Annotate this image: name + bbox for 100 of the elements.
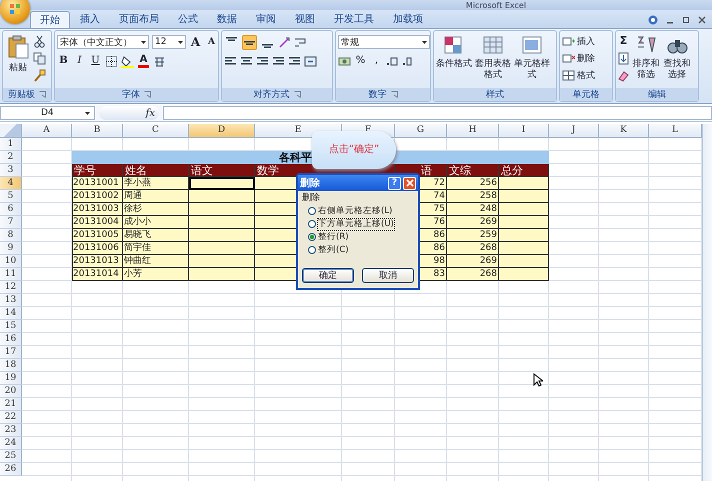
paste-button[interactable]: 粘贴 xyxy=(5,33,31,74)
eraser-icon[interactable] xyxy=(617,69,630,82)
phonetic-guide-icon[interactable] xyxy=(153,54,166,68)
ribbon-tab[interactable]: 加载项 xyxy=(384,11,432,28)
column-header[interactable]: K xyxy=(599,124,649,138)
font-name-dropdown[interactable]: 宋体（中文正文） xyxy=(57,35,149,49)
ribbon-tab[interactable]: 审阅 xyxy=(247,11,285,28)
row-header[interactable]: 14 xyxy=(0,307,22,320)
merge-cells-icon[interactable] xyxy=(304,55,317,68)
formula-field[interactable] xyxy=(163,106,712,120)
vertical-align-button[interactable] xyxy=(242,35,257,50)
ribbon-tab[interactable]: 数据 xyxy=(208,11,246,28)
row-header[interactable]: 1 xyxy=(0,138,22,151)
column-header[interactable]: I xyxy=(499,124,549,138)
ribbon-tab[interactable]: 开始 xyxy=(30,11,70,28)
currency-icon[interactable] xyxy=(338,54,351,68)
row-header[interactable]: 7 xyxy=(0,216,22,229)
ok-button[interactable]: 确定 xyxy=(302,268,354,283)
font-size-dropdown[interactable]: 12 xyxy=(152,35,186,49)
increase-decimal-icon[interactable] xyxy=(386,54,399,68)
ribbon-tab[interactable]: 公式 xyxy=(169,11,207,28)
row-header[interactable]: 20 xyxy=(0,385,22,398)
row-header[interactable]: 2 xyxy=(0,151,22,164)
bold-button[interactable]: B xyxy=(57,54,70,68)
column-header[interactable]: A xyxy=(22,124,72,138)
row-header[interactable]: 15 xyxy=(0,320,22,333)
help-icon[interactable] xyxy=(648,14,658,24)
row-header[interactable]: 21 xyxy=(0,398,22,411)
row-header[interactable]: 3 xyxy=(0,164,22,177)
radio-button[interactable] xyxy=(308,207,316,215)
cancel-button[interactable]: 取消 xyxy=(362,268,414,283)
row-header[interactable]: 25 xyxy=(0,450,22,463)
row-header[interactable]: 6 xyxy=(0,203,22,216)
number-format-dropdown[interactable]: 常规 xyxy=(338,35,430,49)
delete-cells-button[interactable]: 删除 xyxy=(562,52,595,65)
row-header[interactable]: 10 xyxy=(0,255,22,268)
shrink-font-button[interactable]: A xyxy=(205,35,218,49)
option-label[interactable]: 整列(C) xyxy=(318,244,349,256)
row-header[interactable]: 9 xyxy=(0,242,22,255)
scissors-icon[interactable] xyxy=(33,35,46,48)
row-header[interactable]: 17 xyxy=(0,346,22,359)
format-cells-button[interactable]: 格式 xyxy=(562,69,595,82)
insert-function-button[interactable]: fx xyxy=(99,106,159,120)
text-orientation-icon[interactable] xyxy=(278,36,291,49)
fill-down-icon[interactable] xyxy=(617,52,630,65)
font-color-button[interactable]: A xyxy=(137,54,150,68)
wrap-text-icon[interactable] xyxy=(294,36,307,49)
row-header[interactable]: 5 xyxy=(0,190,22,203)
restore-icon[interactable] xyxy=(682,16,690,24)
row-header[interactable]: 8 xyxy=(0,229,22,242)
conditional-format-button[interactable]: 条件格式 xyxy=(435,32,473,70)
autosum-button[interactable]: Σ xyxy=(617,34,630,48)
underline-button[interactable]: U xyxy=(89,54,102,68)
help-button[interactable]: ? xyxy=(388,176,401,190)
row-header[interactable]: 18 xyxy=(0,359,22,372)
selected-cell[interactable] xyxy=(189,177,255,190)
row-header[interactable]: 13 xyxy=(0,294,22,307)
find-select-button[interactable]: 查找和选择 xyxy=(662,32,692,81)
option-label[interactable]: 整行(R) xyxy=(318,232,349,242)
fill-bucket-icon[interactable] xyxy=(121,54,134,68)
close-icon[interactable] xyxy=(698,16,706,24)
row-header[interactable]: 26 xyxy=(0,463,22,476)
row-header[interactable]: 16 xyxy=(0,333,22,346)
close-button[interactable] xyxy=(403,176,416,190)
radio-button[interactable] xyxy=(308,220,316,228)
row-header[interactable]: 12 xyxy=(0,281,22,294)
column-header[interactable]: B xyxy=(72,124,123,138)
ribbon-tab[interactable]: 视图 xyxy=(286,11,324,28)
column-header[interactable]: L xyxy=(649,124,702,138)
row-header[interactable]: 24 xyxy=(0,437,22,450)
ribbon-tab[interactable]: 页面布局 xyxy=(110,11,168,28)
column-header[interactable]: D xyxy=(189,124,255,138)
row-header[interactable]: 22 xyxy=(0,411,22,424)
border-icon[interactable] xyxy=(105,54,118,68)
grow-font-button[interactable]: A xyxy=(189,35,202,49)
option-label[interactable]: 右侧单元格左移(L) xyxy=(318,206,392,216)
column-header[interactable]: C xyxy=(123,124,189,138)
sort-filter-button[interactable]: 排序和筛选 xyxy=(631,32,661,81)
column-header[interactable]: H xyxy=(447,124,499,138)
row-header[interactable]: 23 xyxy=(0,424,22,437)
row-header[interactable]: 11 xyxy=(0,268,22,281)
table-style-button[interactable]: 套用表格格式 xyxy=(474,32,512,81)
insert-cells-button[interactable]: 插入 xyxy=(562,35,595,48)
row-header[interactable]: 19 xyxy=(0,372,22,385)
copy-icon[interactable] xyxy=(33,52,46,65)
comma-style-button[interactable]: , xyxy=(370,54,383,68)
column-header[interactable]: J xyxy=(549,124,599,138)
radio-button[interactable] xyxy=(308,233,316,241)
column-header[interactable]: G xyxy=(395,124,447,138)
ribbon-tab[interactable]: 开发工具 xyxy=(325,11,383,28)
name-box[interactable]: D4 xyxy=(0,106,95,120)
cell-style-button[interactable]: 单元格样式 xyxy=(513,32,551,81)
ribbon-tab[interactable]: 插入 xyxy=(71,11,109,28)
radio-button[interactable] xyxy=(308,246,316,254)
percent-button[interactable]: % xyxy=(354,54,367,68)
vertical-scrollbar[interactable] xyxy=(702,124,712,481)
brush-icon[interactable] xyxy=(33,69,46,82)
option-label[interactable]: 下方单元格上移(U) xyxy=(318,218,394,230)
italic-button[interactable]: I xyxy=(73,54,86,68)
row-header[interactable]: 4 xyxy=(0,177,22,190)
